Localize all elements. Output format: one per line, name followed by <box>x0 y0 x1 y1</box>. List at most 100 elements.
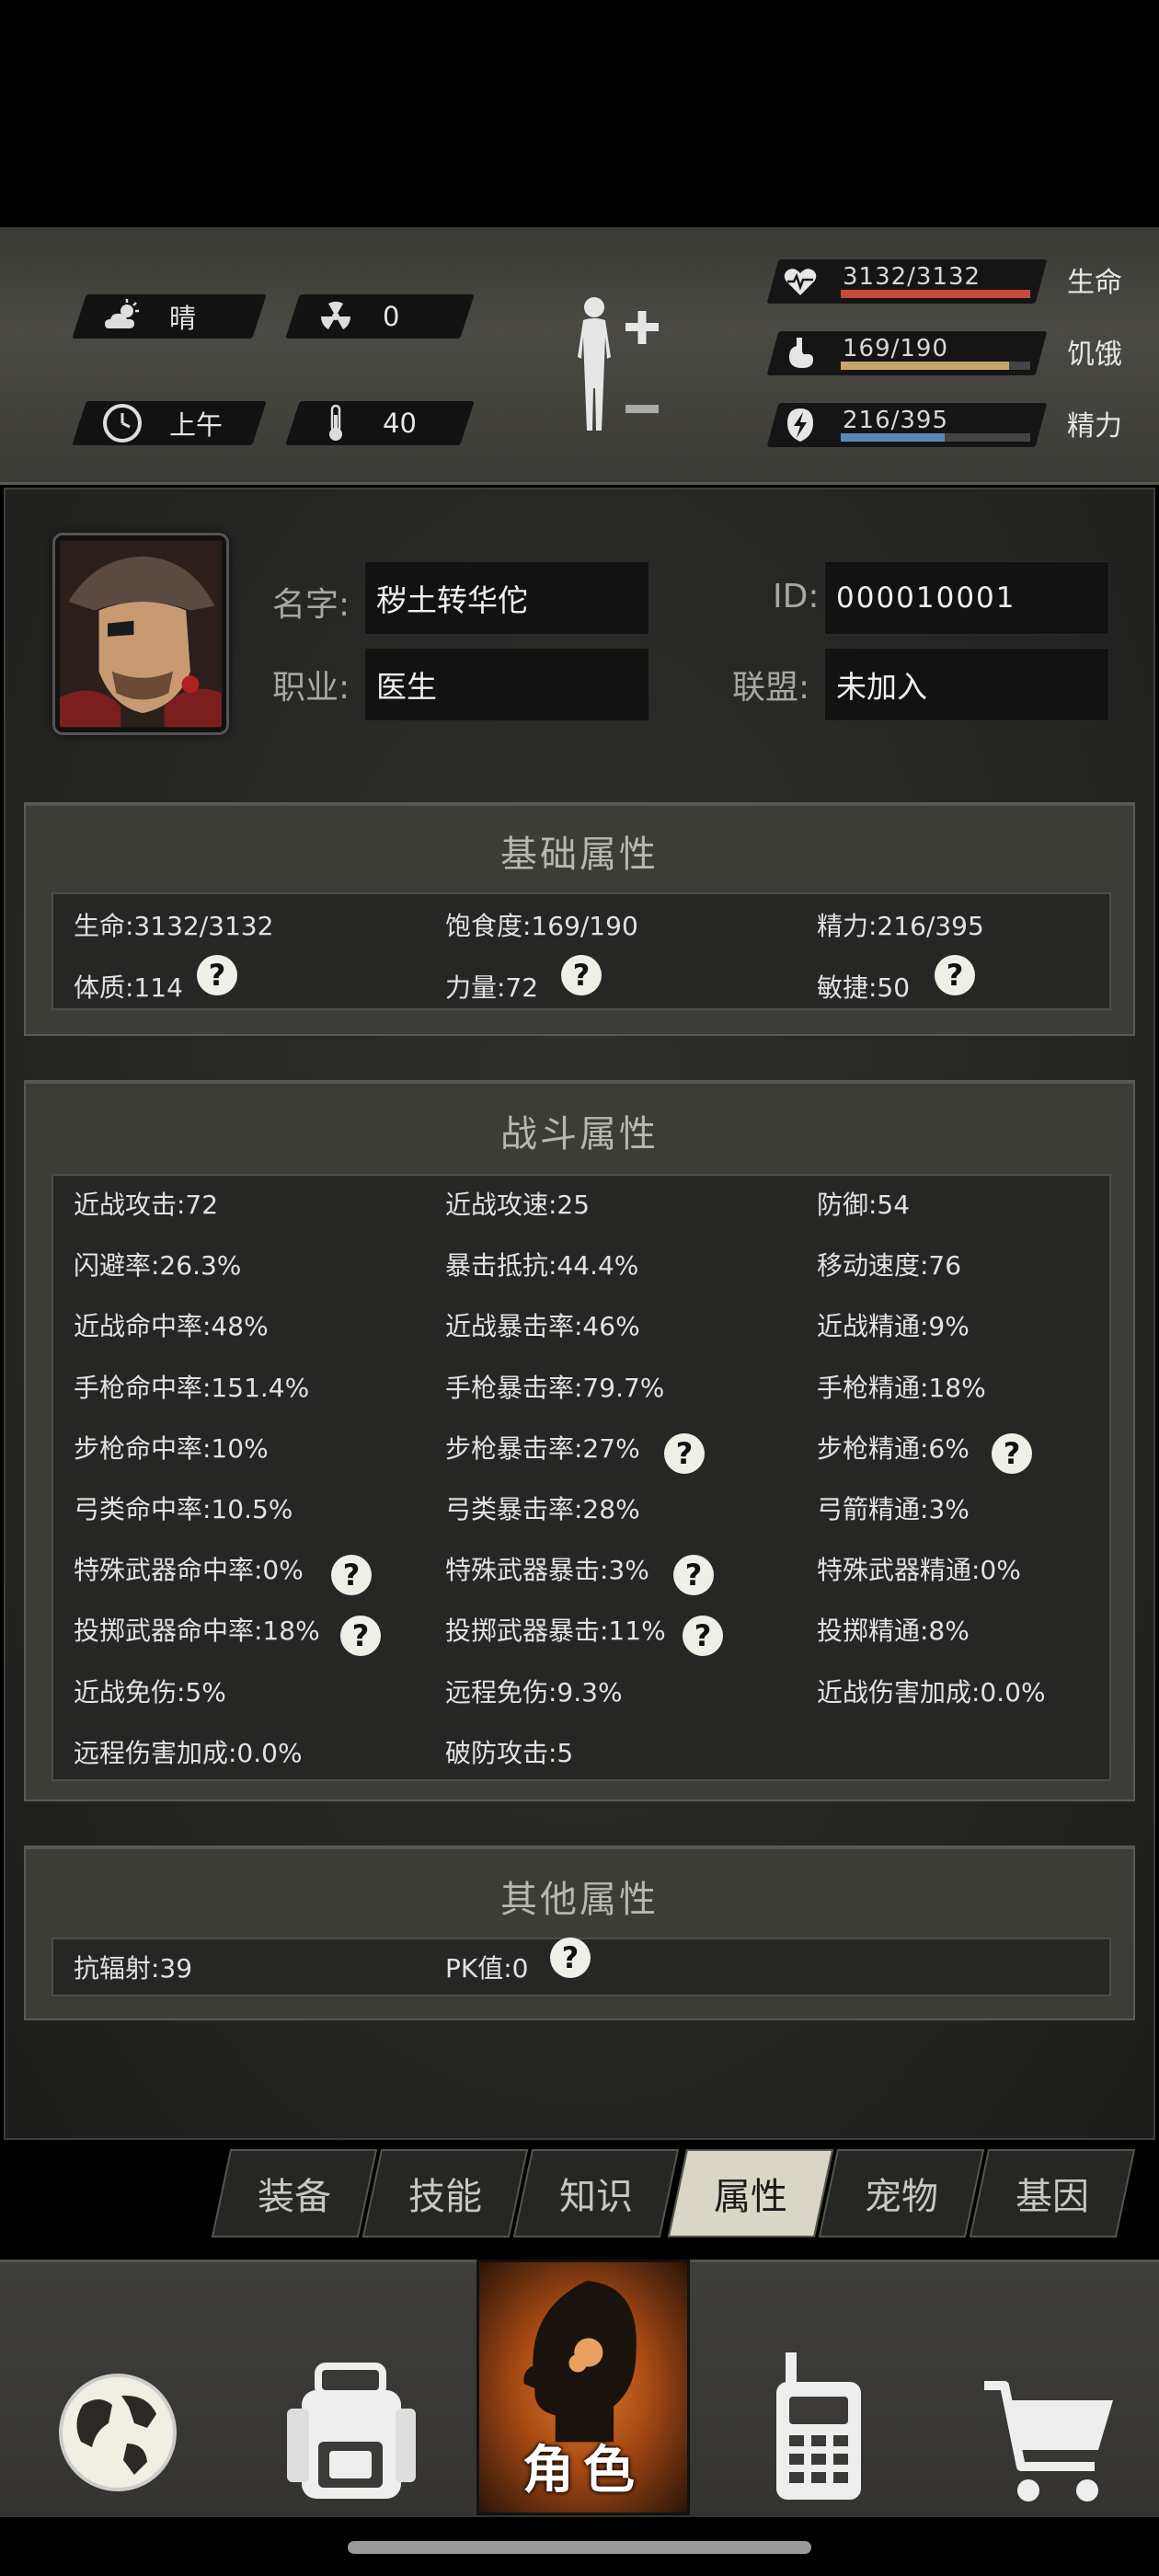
help-icon[interactable]: ? <box>683 1616 723 1656</box>
attr-health: 生命:3132/3132 <box>74 911 274 941</box>
help-icon[interactable]: ? <box>340 1616 381 1656</box>
section-title: 战斗属性 <box>500 1113 659 1156</box>
help-icon[interactable]: ? <box>992 1433 1032 1474</box>
job-field: 医生 <box>364 648 649 721</box>
combat-attr: 暴击抵抗:44.4% <box>445 1250 639 1281</box>
stomach-icon <box>789 338 813 368</box>
help-icon[interactable]: ? <box>561 955 602 995</box>
cloud-sun-icon <box>105 299 139 328</box>
combat-attr: 特殊武器命中率:0% <box>74 1555 304 1585</box>
tab-attributes[interactable]: 属性 <box>667 2149 834 2237</box>
help-icon[interactable]: ? <box>331 1555 372 1595</box>
name-label: 名字: <box>272 586 350 624</box>
hunger-label: 饥饿 <box>1067 339 1122 371</box>
time-of-day-text: 上午 <box>169 409 224 441</box>
combat-attr: 特殊武器精通:0% <box>817 1555 1021 1585</box>
health-value: 3132/3132 <box>843 263 981 291</box>
weather-pill: 晴 <box>72 294 267 339</box>
character-portrait-icon <box>60 540 222 728</box>
radiation-icon <box>320 301 351 329</box>
energy-label: 精力 <box>1067 410 1122 443</box>
alliance-field: 未加入 <box>824 648 1109 721</box>
clock-icon <box>103 404 142 443</box>
help-icon[interactable]: ? <box>197 955 237 995</box>
attr-agility: 敏捷:50 <box>817 972 911 1003</box>
combat-attr: 弓类命中率:10.5% <box>74 1494 293 1524</box>
tab-genes[interactable]: 基因 <box>969 2149 1136 2237</box>
combat-attr: 破防攻击:5 <box>445 1738 574 1768</box>
radiation-pill: 0 <box>285 294 475 339</box>
help-icon[interactable]: ? <box>673 1555 714 1595</box>
minus-icon <box>625 405 659 413</box>
combat-attr: 手枪精通:18% <box>817 1373 986 1403</box>
combat-attr: 近战攻击:72 <box>74 1190 219 1220</box>
combat-attr: 弓类暴击率:28% <box>445 1494 640 1524</box>
plus-icon <box>625 311 659 344</box>
home-indicator[interactable] <box>348 2541 811 2554</box>
energy-fill <box>841 433 945 442</box>
health-bar: 3132/3132 <box>766 259 1048 304</box>
attr-pk-value: PK值:0 <box>445 1953 529 1984</box>
energy-bar: 216/395 <box>766 403 1048 447</box>
combat-attr: 近战伤害加成:0.0% <box>817 1677 1046 1708</box>
health-fill <box>841 290 1030 298</box>
tab-pets[interactable]: 宠物 <box>818 2149 985 2237</box>
combat-attr: 近战暴击率:46% <box>445 1311 640 1341</box>
help-icon[interactable]: ? <box>935 955 975 995</box>
avatar[interactable] <box>55 535 226 732</box>
attr-energy: 精力:216/395 <box>817 911 984 941</box>
heart-icon <box>784 269 817 295</box>
combat-attr: 投掷武器暴击:11% <box>445 1616 666 1646</box>
backpack-icon[interactable] <box>281 2313 419 2552</box>
weather-text: 晴 <box>169 303 197 334</box>
combat-attr: 步枪暴击率:27% <box>445 1433 640 1464</box>
combat-attr: 投掷精通:8% <box>817 1616 970 1646</box>
other-attributes-section: 其他属性 <box>24 1846 1135 2020</box>
globe-icon[interactable] <box>55 2313 180 2552</box>
hunger-bar: 169/190 <box>766 331 1048 375</box>
attr-satiety: 饱食度:169/190 <box>445 911 638 941</box>
radiation-value: 0 <box>383 301 400 332</box>
alliance-label: 联盟: <box>732 669 810 707</box>
combat-attr: 步枪命中率:10% <box>74 1433 269 1464</box>
cart-icon[interactable] <box>981 2322 1119 2561</box>
tab-equipment[interactable]: 装备 <box>211 2149 378 2237</box>
combat-attr: 弓箭精通:3% <box>817 1494 970 1524</box>
combat-attr: 特殊武器暴击:3% <box>445 1555 649 1585</box>
body-status-button[interactable] <box>563 293 673 451</box>
attr-constitution: 体质:114 <box>74 972 183 1003</box>
tab-bar: 装备 技能 知识 属性 宠物 基因 <box>0 2149 1159 2237</box>
combat-attr: 步枪精通:6% <box>817 1433 970 1464</box>
combat-attr: 闪避率:26.3% <box>74 1250 242 1281</box>
temperature-pill: 40 <box>285 401 475 445</box>
temperature-value: 40 <box>383 408 417 439</box>
time-pill: 上午 <box>72 401 267 445</box>
energy-icon <box>787 408 813 442</box>
combat-attr: 近战免伤:5% <box>74 1677 226 1708</box>
combat-attr: 移动速度:76 <box>817 1250 962 1281</box>
id-field: 000010001 <box>824 561 1109 635</box>
hunger-fill <box>841 362 1010 370</box>
id-label: ID: <box>773 578 820 615</box>
combat-attr: 防御:54 <box>817 1190 911 1220</box>
combat-attr: 远程免伤:9.3% <box>445 1677 623 1708</box>
combat-attr: 手枪暴击率:79.7% <box>445 1373 665 1403</box>
energy-value: 216/395 <box>843 407 949 434</box>
help-icon[interactable]: ? <box>550 1938 591 1978</box>
section-title: 基础属性 <box>500 834 659 876</box>
radio-icon[interactable] <box>763 2307 874 2547</box>
name-field: 秽土转华佗 <box>364 561 649 635</box>
help-icon[interactable]: ? <box>664 1433 705 1474</box>
tab-knowledge[interactable]: 知识 <box>512 2149 680 2237</box>
combat-attr: 近战精通:9% <box>817 1311 970 1341</box>
attr-radiation-resist: 抗辐射:39 <box>74 1953 193 1984</box>
section-title: 其他属性 <box>500 1879 659 1921</box>
thermometer-icon <box>329 404 342 441</box>
combat-attr: 近战命中率:48% <box>74 1311 269 1341</box>
combat-attr: 近战攻速:25 <box>445 1190 591 1220</box>
health-label: 生命 <box>1067 267 1122 299</box>
combat-attr: 投掷武器命中率:18% <box>74 1616 320 1646</box>
hunger-value: 169/190 <box>843 335 949 362</box>
combat-attr: 手枪命中率:151.4% <box>74 1373 310 1403</box>
tab-skills[interactable]: 技能 <box>361 2149 529 2237</box>
